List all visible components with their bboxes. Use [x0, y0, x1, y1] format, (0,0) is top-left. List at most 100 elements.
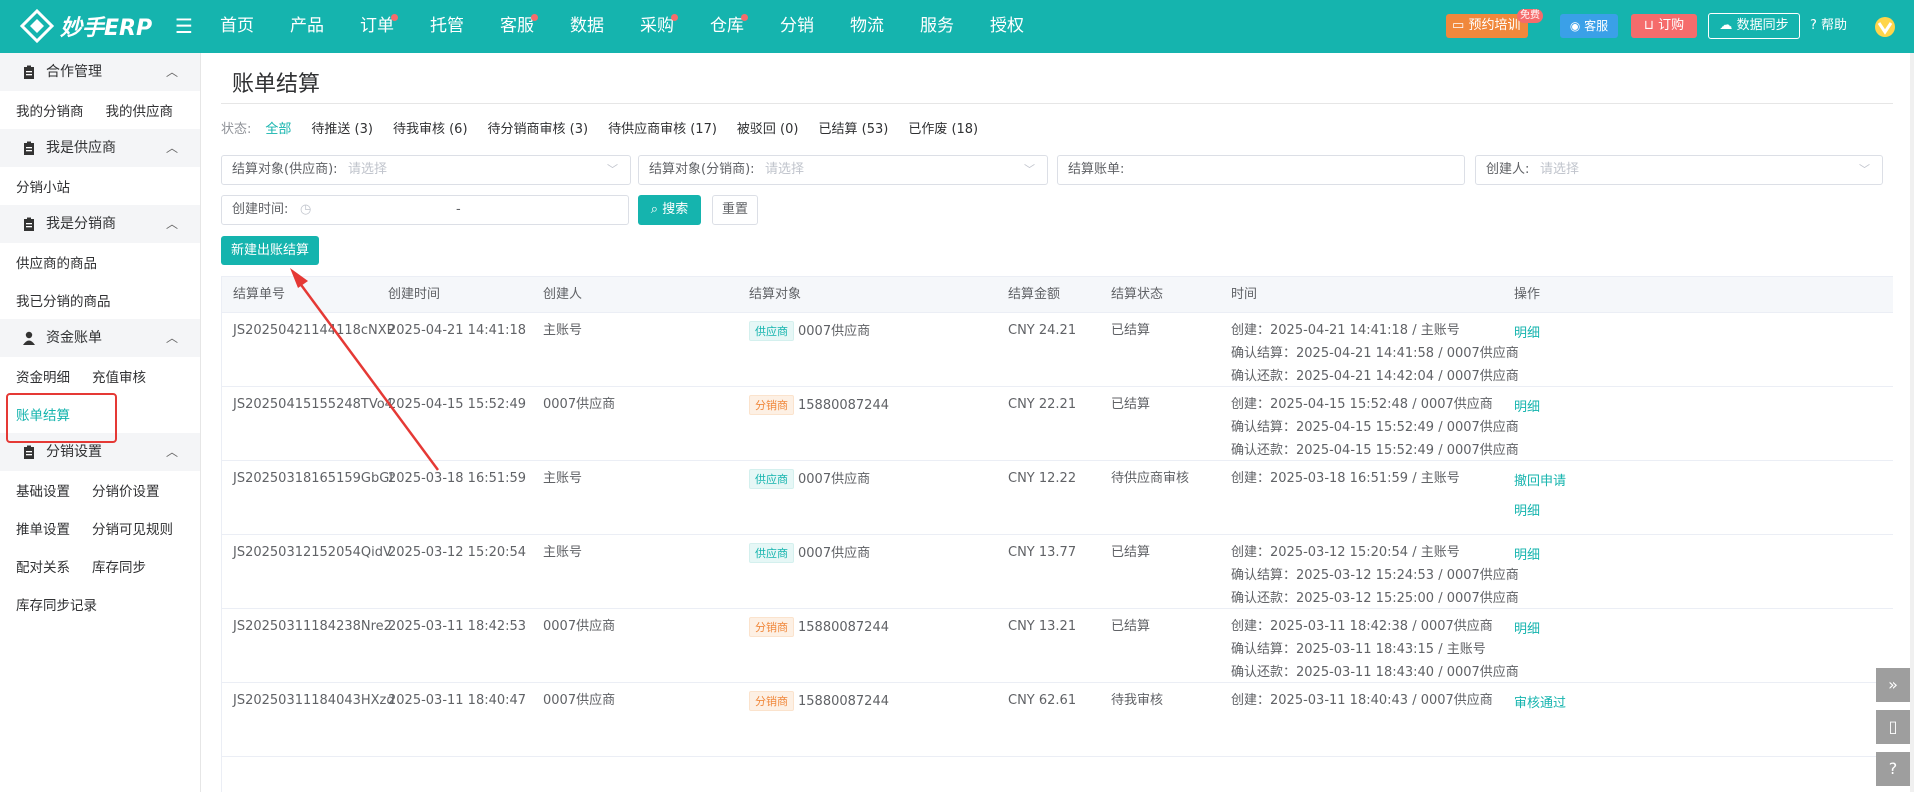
nav-item[interactable]: 首页	[202, 0, 272, 53]
creator-select-label: 创建人:	[1486, 162, 1530, 177]
sidebar-group[interactable]: 资金账单 ︿	[0, 319, 200, 357]
status-tab[interactable]: 已结算 (53)	[818, 121, 888, 139]
app-logo[interactable]: 妙手ERP	[20, 8, 152, 44]
nav-item[interactable]: 托管	[412, 0, 482, 53]
notification-dot	[531, 14, 538, 21]
creator-select[interactable]: 创建人: 请选择 ﹀	[1475, 155, 1883, 185]
sidebar-item[interactable]: 我已分销的商品	[16, 290, 111, 310]
target-name: 15880087244	[798, 620, 889, 635]
notification-dot	[671, 14, 678, 21]
settlement-id: JS20250311184238Nre2	[233, 619, 392, 634]
row-action-link[interactable]: 明细	[1514, 319, 1540, 349]
target-name: 0007供应商	[798, 324, 871, 339]
row-action-link[interactable]: 明细	[1514, 393, 1540, 423]
nav-item[interactable]: 数据	[552, 0, 622, 53]
row-action-link[interactable]: 明细	[1514, 541, 1540, 571]
sidebar-group[interactable]: 合作管理 ︿	[0, 53, 200, 91]
row-action-link[interactable]: 明细	[1514, 497, 1566, 527]
page-title: 账单结算	[232, 72, 321, 97]
distributor-select[interactable]: 结算对象(分销商): 请选择 ﹀	[638, 155, 1048, 185]
nav-item[interactable]: 订单	[342, 0, 412, 53]
new-settlement-button[interactable]: 新建出账结算	[221, 236, 319, 265]
status-tab[interactable]: 被驳回 (0)	[737, 121, 799, 139]
customer-service-button[interactable]: ◉ 客服	[1560, 14, 1618, 38]
double-chevron-right-icon[interactable]: »	[1876, 668, 1910, 702]
status-filter-bar: 状态: 全部 待推送 (3) 待我审核 (6) 待分销商审核 (3) 待供应商审核 (1…	[221, 121, 998, 139]
status-tab[interactable]: 待分销商审核 (3)	[488, 121, 589, 139]
nav-item[interactable]: 物流	[832, 0, 902, 53]
status-tab[interactable]: 全部	[265, 121, 291, 139]
status-tab[interactable]: 已作废 (18)	[908, 121, 978, 139]
supplier-select[interactable]: 结算对象(供应商): 请选择 ﹀	[221, 155, 631, 185]
clipboard-icon	[24, 141, 34, 155]
status-tab[interactable]: 待推送 (3)	[311, 121, 373, 139]
sidebar-row: 基础设置 分销价设置	[0, 471, 200, 509]
nav-item[interactable]: 仓库	[692, 0, 762, 53]
title-divider	[221, 103, 1893, 104]
created-time-range[interactable]: 创建时间: ◷ -	[221, 195, 629, 225]
nav-item[interactable]: 分销	[762, 0, 832, 53]
column-header: 操作	[1514, 287, 1541, 302]
sidebar-group[interactable]: 我是分销商 ︿	[0, 205, 200, 243]
row-action-link[interactable]: 审核通过	[1514, 689, 1566, 719]
clipboard-icon	[24, 217, 34, 231]
status-tab[interactable]: 待供应商审核 (17)	[608, 121, 717, 139]
settlement-amount: CNY 12.22	[1008, 471, 1077, 486]
mobile-icon[interactable]: ▯	[1876, 710, 1910, 744]
sidebar-item[interactable]: 库存同步	[92, 556, 146, 576]
sidebar-item[interactable]: 资金明细	[16, 366, 70, 386]
row-action-link[interactable]: 撤回申请	[1514, 467, 1566, 497]
book-training-button[interactable]: ▭ 预约培训	[1446, 14, 1528, 38]
status-tab[interactable]: 待我审核 (6)	[393, 121, 468, 139]
time-log: 创建：2025-03-11 18:42:38 / 0007供应商 确认结算：202…	[1231, 615, 1519, 684]
status-label: 状态:	[221, 122, 252, 137]
row-action-link[interactable]: 明细	[1514, 615, 1540, 645]
nav-item[interactable]: 采购	[622, 0, 692, 53]
sidebar-item[interactable]: 配对关系	[16, 556, 70, 576]
settlement-amount: CNY 13.21	[1008, 619, 1077, 634]
sidebar-item[interactable]: 我的分销商	[16, 100, 84, 120]
created-time: 2025-04-15 15:52:49	[388, 397, 527, 412]
sidebar-item[interactable]: 推单设置	[16, 518, 70, 538]
bill-number-input[interactable]: 结算账单:	[1057, 155, 1465, 185]
sidebar-item[interactable]: 我的供应商	[106, 100, 174, 120]
nav-item-label: 数据	[570, 16, 604, 36]
table-row: JS20250311184238Nre2 2025-03-11 18:42:53 0…	[222, 609, 1893, 683]
page-scrollbar[interactable]	[1910, 53, 1914, 792]
settlement-status: 待我审核	[1111, 693, 1164, 708]
sidebar-item[interactable]: 分销可见规则	[92, 518, 173, 538]
sidebar-item[interactable]: 充值审核	[92, 366, 146, 386]
main-nav: 首页 产品 订单 托管 客服 数据 采购 仓库 分销 物流 服务 授权	[202, 0, 1042, 53]
time-log: 创建：2025-04-21 14:41:18 / 主账号 确认结算：2025-04…	[1231, 319, 1519, 388]
time-log-entry: 确认还款：2025-04-15 15:52:49 / 0007供应商	[1231, 443, 1519, 458]
nav-item[interactable]: 客服	[482, 0, 552, 53]
creator: 主账号	[543, 323, 583, 338]
sidebar-item[interactable]: 分销小站	[16, 176, 70, 196]
creator: 主账号	[543, 471, 583, 486]
help-link[interactable]: ? 帮助	[1810, 16, 1847, 36]
sidebar-item[interactable]: 分销价设置	[92, 480, 160, 500]
vip-avatar-icon[interactable]	[1873, 16, 1897, 38]
sidebar-group[interactable]: 我是供应商 ︿	[0, 129, 200, 167]
nav-item[interactable]: 产品	[272, 0, 342, 53]
sidebar-item[interactable]: 库存同步记录	[16, 594, 97, 614]
settlement-id: JS20250312152054QidV	[233, 545, 392, 560]
sidebar-item[interactable]: 供应商的商品	[16, 252, 97, 272]
settlement-amount: CNY 22.21	[1008, 397, 1077, 412]
data-sync-button[interactable]: ☁ 数据同步	[1708, 13, 1800, 39]
order-button[interactable]: ⊔ 订购	[1631, 14, 1697, 38]
sidebar-item[interactable]: 基础设置	[16, 480, 70, 500]
settlement-target: 分销商 15880087244	[749, 395, 889, 416]
clipboard-icon	[24, 65, 34, 79]
sidebar-row: 库存同步记录	[0, 585, 200, 623]
feedback-icon[interactable]: ?	[1876, 752, 1910, 786]
search-button[interactable]: ⌕ 搜索	[638, 195, 701, 225]
reset-button[interactable]: 重置	[712, 195, 758, 225]
nav-item[interactable]: 授权	[972, 0, 1042, 53]
nav-item[interactable]: 服务	[902, 0, 972, 53]
menu-toggle-icon[interactable]: ☰	[175, 14, 193, 38]
help-label: 帮助	[1821, 18, 1848, 33]
settlement-target: 供应商 0007供应商	[749, 543, 870, 564]
settlement-id: JS20250311184043HXzd	[233, 693, 395, 708]
target-name: 0007供应商	[798, 472, 871, 487]
